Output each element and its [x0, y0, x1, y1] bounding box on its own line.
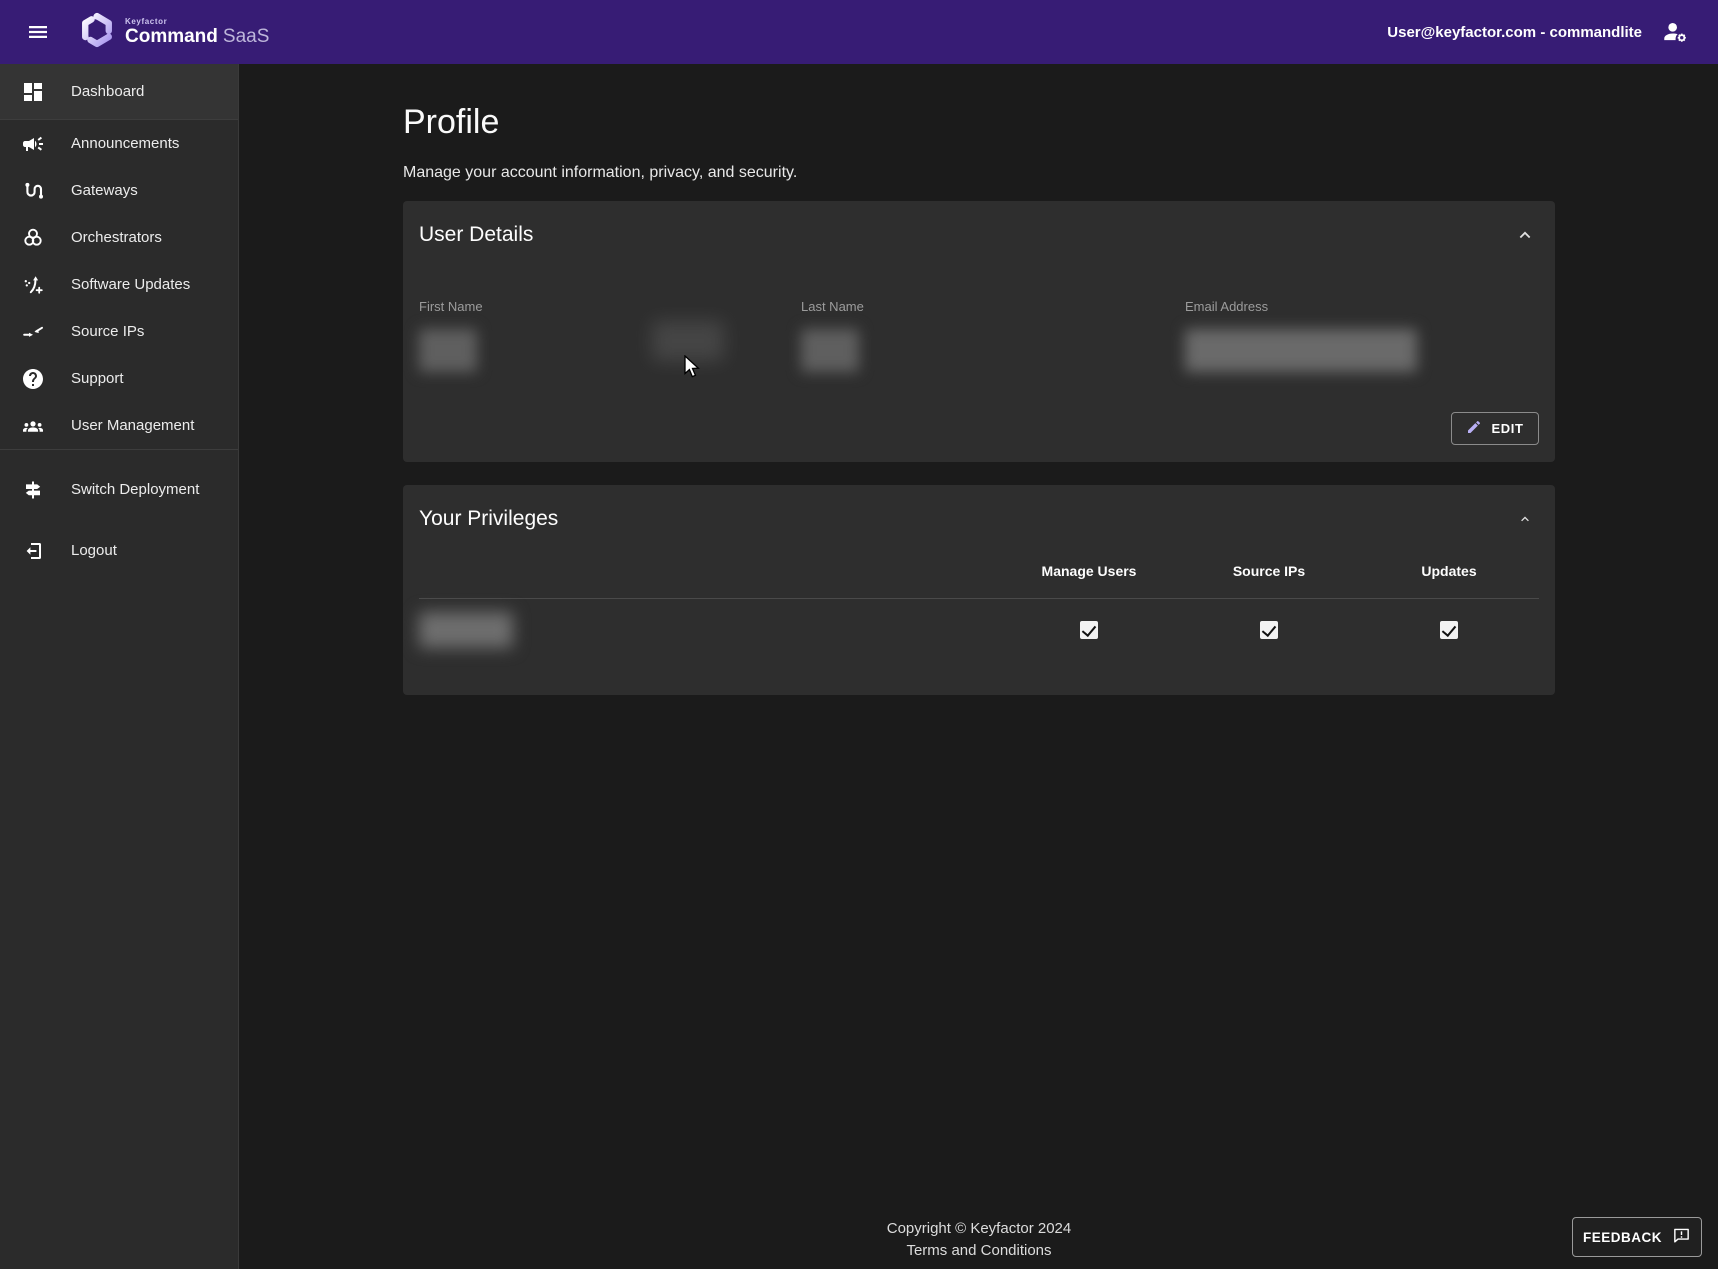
sidebar-item-label: Software Updates [71, 276, 190, 293]
role-name-cell [419, 612, 999, 648]
email-address-field: Email Address [1185, 299, 1539, 372]
sidebar-item-logout[interactable]: Logout [0, 527, 238, 574]
sidebar-item-switch-deployment[interactable]: Switch Deployment [0, 466, 238, 513]
feedback-bubble-icon [1672, 1226, 1691, 1248]
menu-icon[interactable] [18, 12, 58, 52]
column-updates: Updates [1359, 563, 1539, 579]
column-manage-users: Manage Users [999, 563, 1179, 579]
sidebar-item-label: Source IPs [71, 323, 144, 340]
announcements-icon [21, 132, 45, 156]
sidebar-item-label: Gateways [71, 182, 138, 199]
edit-button-label: EDIT [1491, 421, 1523, 436]
page-title: Profile [403, 102, 1555, 142]
logout-icon [21, 539, 45, 563]
manage-users-cell [999, 621, 1179, 639]
chevron-up-icon[interactable] [1511, 505, 1539, 533]
copyright-text: Copyright © Keyfactor 2024 [240, 1220, 1718, 1237]
sidebar-item-label: Dashboard [71, 83, 144, 100]
source-ips-cell [1179, 621, 1359, 639]
updates-cell [1359, 621, 1539, 639]
page-footer: Copyright © Keyfactor 2024 Terms and Con… [240, 1220, 1718, 1260]
sidebar-nav: Dashboard Announcements Gateways Orchest… [0, 64, 239, 1269]
sidebar-item-support[interactable]: Support [0, 355, 238, 402]
email-address-label: Email Address [1185, 299, 1539, 314]
page-subtitle: Manage your account information, privacy… [403, 164, 1555, 182]
app-header: Keyfactor CommandSaaS User@keyfactor.com… [0, 0, 1718, 64]
sidebar-item-dashboard[interactable]: Dashboard [0, 64, 238, 119]
sidebar-item-label: Orchestrators [71, 229, 162, 246]
updates-checkbox[interactable] [1440, 621, 1458, 639]
sidebar-divider [0, 449, 238, 450]
table-row [419, 599, 1539, 661]
source-ips-checkbox[interactable] [1260, 621, 1278, 639]
privileges-table-header: Manage Users Source IPs Updates [419, 563, 1539, 579]
column-source-ips: Source IPs [1179, 563, 1359, 579]
last-name-field: Last Name [801, 299, 1185, 372]
sidebar-item-user-management[interactable]: User Management [0, 402, 238, 449]
privileges-card: Your Privileges Manage Users Source IPs … [403, 485, 1555, 695]
signed-in-user-label: User@keyfactor.com - commandlite [1387, 24, 1642, 41]
first-name-value-redacted [419, 329, 477, 372]
help-icon [21, 367, 45, 391]
keyfactor-logo-icon [80, 12, 114, 53]
user-details-fields: First Name Last Name Email Address [419, 299, 1539, 372]
sidebar-item-orchestrators[interactable]: Orchestrators [0, 214, 238, 261]
sidebar-item-gateways[interactable]: Gateways [0, 167, 238, 214]
orchestrators-icon [21, 226, 45, 250]
brand-saas-label: SaaS [223, 26, 269, 47]
first-name-field: First Name [419, 299, 801, 372]
feedback-button-label: FEEDBACK [1583, 1230, 1662, 1245]
sidebar-item-label: Logout [71, 542, 117, 559]
privileges-title: Your Privileges [419, 501, 558, 531]
first-name-label: First Name [419, 299, 801, 314]
groups-icon [21, 414, 45, 438]
brand-wordmark: Keyfactor CommandSaaS [125, 17, 269, 47]
user-details-title: User Details [419, 217, 533, 247]
gateways-icon [21, 179, 45, 203]
chevron-up-icon[interactable] [1511, 221, 1539, 249]
feedback-button[interactable]: FEEDBACK [1572, 1217, 1702, 1257]
terms-and-conditions-link[interactable]: Terms and Conditions [906, 1242, 1051, 1259]
brand-command-label: Command [125, 26, 218, 47]
profile-page: { "colors": { "header_purple": "#371c75"… [0, 0, 1718, 1269]
software-updates-icon [21, 273, 45, 297]
edit-button[interactable]: EDIT [1451, 412, 1539, 445]
sidebar-item-source-ips[interactable]: Source IPs [0, 308, 238, 355]
source-ips-icon [21, 320, 45, 344]
sidebar-item-label: Switch Deployment [71, 481, 199, 498]
pencil-icon [1466, 419, 1482, 438]
dashboard-icon [21, 80, 45, 104]
sidebar-item-software-updates[interactable]: Software Updates [0, 261, 238, 308]
brand-keyfactor-label: Keyfactor [125, 17, 269, 26]
sidebar-item-announcements[interactable]: Announcements [0, 120, 238, 167]
redaction-smear [652, 321, 724, 361]
sidebar-item-label: User Management [71, 417, 194, 434]
email-address-value-redacted [1185, 329, 1417, 372]
brand-logo[interactable]: Keyfactor CommandSaaS [80, 12, 269, 53]
manage-users-checkbox[interactable] [1080, 621, 1098, 639]
role-name-redacted [419, 612, 513, 648]
manage-accounts-icon[interactable] [1658, 15, 1692, 49]
last-name-label: Last Name [801, 299, 1185, 314]
sidebar-item-label: Support [71, 370, 124, 387]
signpost-icon [21, 478, 45, 502]
sidebar-item-label: Announcements [71, 135, 179, 152]
last-name-value-redacted [801, 329, 859, 372]
main-content: Profile Manage your account information,… [240, 64, 1718, 1269]
user-details-card: User Details First Name Last Name Email … [403, 201, 1555, 462]
